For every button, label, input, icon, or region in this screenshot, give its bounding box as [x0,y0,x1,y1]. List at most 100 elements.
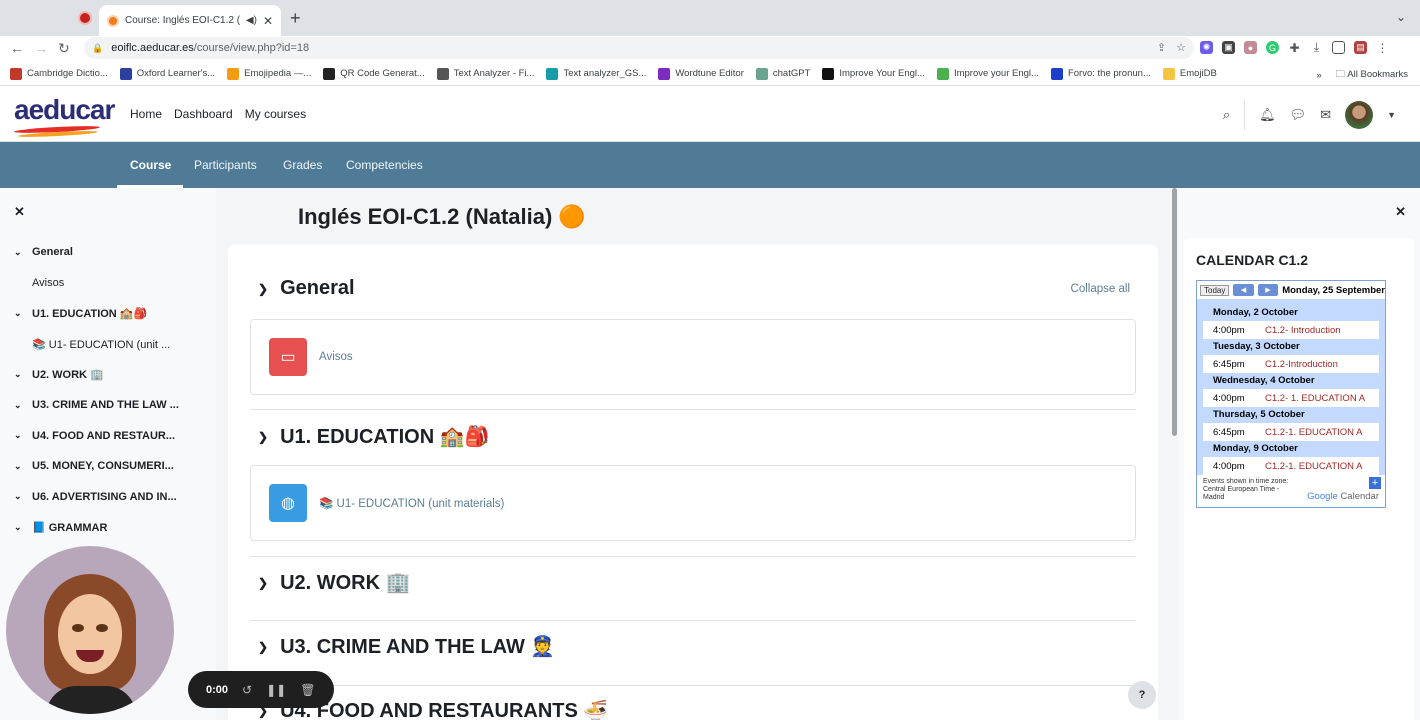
activity-u1-materials[interactable]: ◍ 📚 U1- EDUCATION (unit materials) [250,465,1136,541]
pause-icon[interactable]: ❚❚ [266,683,286,697]
kebab-menu-icon[interactable]: ⋮ [1376,41,1389,55]
trash-icon[interactable]: 🗑︎ [300,683,315,697]
section-header-u1[interactable]: ❯ U1. EDUCATION 🏫🎒 [258,424,490,449]
aeducar-logo[interactable]: aeducar [13,94,115,139]
activity-name[interactable]: Avisos [319,351,353,363]
chevron-down-icon[interactable]: ⌄ [14,400,24,411]
bookmark-item[interactable]: Forvo: the pronun... [1050,67,1151,80]
tab-course[interactable]: Course [130,158,171,172]
restart-icon[interactable]: ↺ [242,683,252,697]
previous-arrow-icon[interactable]: ◀ [1233,284,1254,296]
chevron-down-icon[interactable]: ❯ [258,576,268,590]
side-panel-icon[interactable] [1332,41,1345,54]
course-index-section[interactable]: ⌄ U6. ADVERTISING AND IN... [14,491,177,503]
chevron-down-icon[interactable]: ❯ [258,430,268,444]
tab-grades[interactable]: Grades [283,158,322,172]
bookmark-item[interactable]: Improve your Engl... [936,67,1039,80]
close-course-index-icon[interactable]: ✕ [14,204,25,220]
extension-icon[interactable]: ✺ [1200,41,1213,54]
add-to-calendar-icon[interactable]: + [1369,477,1381,489]
next-arrow-icon[interactable]: ▶ [1257,284,1279,296]
collapse-all-link[interactable]: Collapse all [1071,283,1130,295]
download-icon[interactable]: ⤓ [1310,40,1323,54]
course-index-section[interactable]: ⌄ U4. FOOD AND RESTAUR... [14,430,175,442]
section-header-u2[interactable]: ❯ U2. WORK 🏢 [258,570,411,595]
activity-name[interactable]: 📚 U1- EDUCATION (unit materials) [319,496,504,510]
more-bookmarks-chevron[interactable]: » [1316,70,1321,81]
section-header-u3[interactable]: ❯ U3. CRIME AND THE LAW 👮 [258,634,555,659]
course-index-section[interactable]: ⌄ General [14,246,73,258]
event-title[interactable]: C1.2-1. EDUCATION A [1265,427,1363,438]
chevron-down-icon[interactable]: ❯ [258,640,268,654]
tab-audio-icon[interactable]: ◀︎) [246,15,257,26]
nav-dashboard[interactable]: Dashboard [174,107,233,121]
user-avatar[interactable] [1345,101,1374,129]
search-icon[interactable]: ⌕ [1223,107,1230,123]
bookmark-item[interactable]: Oxford Learner's... [119,67,215,80]
bookmark-item[interactable]: Emojipedia —... [227,67,311,80]
notifications-bell-icon[interactable]: 🔔︎ [1259,107,1276,123]
chevron-down-icon[interactable]: ⌄ [14,247,24,258]
bookmark-item[interactable]: EmojiDB [1162,67,1217,80]
bookmark-item[interactable]: Improve Your Engl... [822,67,925,80]
close-block-drawer-icon[interactable]: ✕ [1395,204,1406,220]
browser-tab-course[interactable]: Course: Inglés EOI-C1.2 (N ◀︎) ✕ [99,5,281,36]
puzzle-icon[interactable]: ✚ [1288,41,1301,55]
course-index-section[interactable]: ⌄ U5. MONEY, CONSUMERI... [14,460,174,472]
course-index-activity[interactable]: 📚 U1- EDUCATION (unit ... [32,338,170,351]
chevron-down-icon[interactable]: ⌄ [14,522,24,533]
share-icon[interactable]: ⇪ [1157,41,1166,54]
back-arrow-icon[interactable]: ← [10,40,24,56]
chevron-down-icon[interactable]: ❯ [258,282,268,296]
tab-participants[interactable]: Participants [194,158,257,172]
bookmark-item[interactable]: Text analyzer_GS... [546,67,646,80]
new-tab-icon[interactable]: + [290,8,301,29]
user-menu-chevron-icon[interactable]: ▼ [1387,110,1396,120]
tab-close-icon[interactable]: ✕ [263,14,273,28]
agenda-event[interactable]: 4:00pm C1.2- Introduction [1203,321,1379,339]
event-title[interactable]: C1.2-1. EDUCATION A [1265,461,1363,472]
tab-search-chevron-icon[interactable]: ⌄ [1396,10,1406,24]
agenda-event[interactable]: 4:00pm C1.2-1. EDUCATION A [1203,457,1379,475]
event-title[interactable]: C1.2- 1. EDUCATION A [1265,393,1365,404]
bookmark-item[interactable]: Cambridge Dictio... [10,67,108,80]
bookmark-item[interactable]: Text Analyzer - Fi... [436,67,534,80]
forward-arrow-icon[interactable]: → [34,40,48,56]
agenda-event[interactable]: 4:00pm C1.2- 1. EDUCATION A [1203,389,1379,407]
scrollbar-thumb[interactable] [1172,188,1177,436]
chevron-down-icon[interactable]: ⌄ [14,461,24,472]
profile-extension-icon[interactable]: ▤ [1354,41,1367,54]
agenda-event[interactable]: 6:45pm C1.2-1. EDUCATION A [1203,423,1379,441]
course-index-activity[interactable]: Avisos [32,277,64,289]
chevron-down-icon[interactable]: ⌄ [14,430,24,441]
bookmark-item[interactable]: chatGPT [755,67,810,80]
help-button[interactable]: ? [1128,681,1156,709]
event-title[interactable]: C1.2- Introduction [1265,325,1341,336]
tab-competencies[interactable]: Competencies [346,158,423,172]
activity-avisos[interactable]: ▭ Avisos [250,319,1136,395]
bookmark-item[interactable]: Wordtune Editor [658,67,744,80]
course-index-section[interactable]: ⌄ U3. CRIME AND THE LAW ... [14,399,179,411]
nav-home[interactable]: Home [130,107,162,121]
extension-icon[interactable]: ▣ [1222,41,1235,54]
chevron-down-icon[interactable]: ⌄ [14,369,24,380]
course-index-section[interactable]: ⌄ U1. EDUCATION 🏫🎒 [14,307,147,320]
chevron-down-icon[interactable]: ⌄ [14,308,24,319]
nav-my-courses[interactable]: My courses [245,107,306,121]
messages-chat-icon[interactable]: 💬︎ [1290,107,1307,123]
bookmark-star-icon[interactable]: ☆ [1176,41,1186,54]
bookmark-item[interactable]: QR Code Generat... [323,67,425,80]
extension-icon[interactable]: ● [1244,41,1257,54]
course-index-section[interactable]: ⌄ 📘 GRAMMAR [14,521,107,534]
address-bar[interactable]: 🔒 eoiflc.aeducar.es/course/view.php?id=1… [84,37,1194,59]
agenda-event[interactable]: 6:45pm C1.2-Introduction [1203,355,1379,373]
today-button[interactable]: Today [1200,284,1230,296]
course-index-section[interactable]: ⌄ U2. WORK 🏢 [14,368,104,381]
google-calendar-brand[interactable]: Google Calendar [1307,491,1379,502]
mail-icon[interactable]: ✉ [1320,107,1331,123]
event-title[interactable]: C1.2-Introduction [1265,359,1338,370]
reload-icon[interactable]: ↻ [58,40,70,57]
grammarly-icon[interactable]: G [1266,41,1279,54]
section-header-general[interactable]: ❯ General [258,277,355,300]
all-bookmarks-folder[interactable]: 🗀︎ All Bookmarks [1336,67,1408,83]
